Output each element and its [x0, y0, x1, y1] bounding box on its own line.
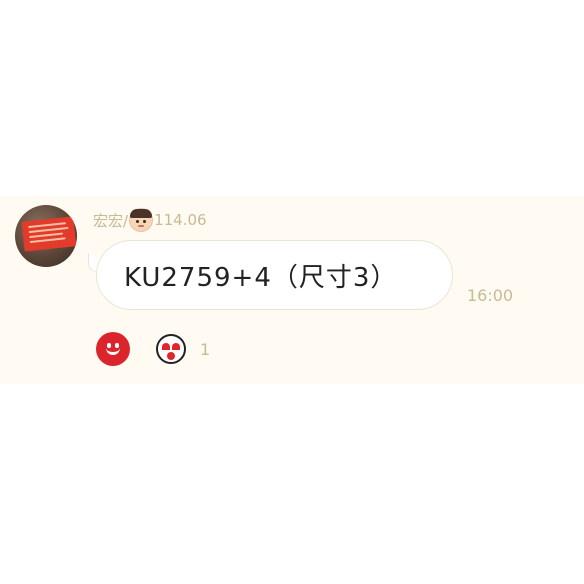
- sender-name-suffix: 114.06: [154, 211, 207, 229]
- avatar[interactable]: [15, 205, 77, 267]
- boy-face-icon: [129, 208, 154, 232]
- heart-eyes-face-icon: [156, 334, 186, 364]
- reaction-chip[interactable]: 1: [156, 332, 210, 366]
- reaction-count: 1: [200, 339, 211, 359]
- sender-name-text: 宏宏/: [93, 211, 129, 230]
- message-text: KU2759+4（尺寸3）: [124, 262, 398, 293]
- message-bubble[interactable]: KU2759+4（尺寸3）: [96, 240, 453, 310]
- message-timestamp: 16:00: [467, 286, 514, 305]
- sender-name: 宏宏/ 114.06: [93, 208, 207, 232]
- add-reaction-button[interactable]: [96, 332, 130, 366]
- avatar-photo-card: [21, 216, 77, 252]
